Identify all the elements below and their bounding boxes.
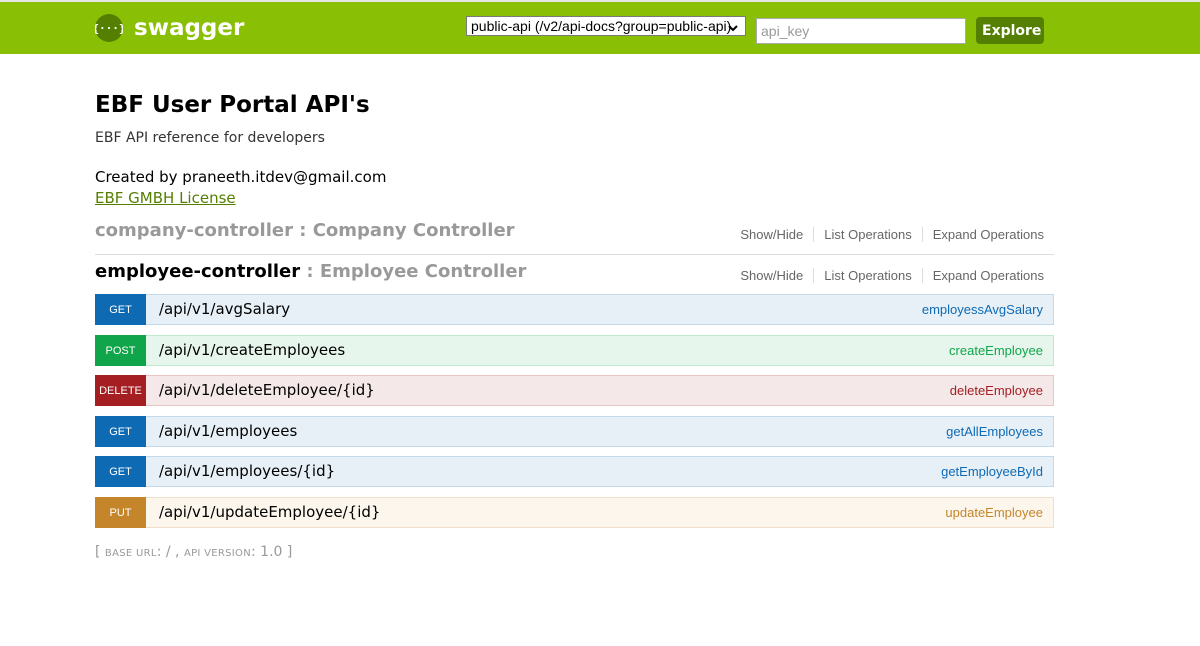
operation-nickname[interactable]: employessAvgSalary: [922, 302, 1043, 317]
operation-nickname[interactable]: updateEmployee: [945, 505, 1043, 520]
operation-path[interactable]: /api/v1/employees: [159, 422, 297, 440]
swagger-logo[interactable]: {···} swagger: [95, 14, 244, 42]
method-badge[interactable]: DELETE: [95, 375, 146, 406]
operation-path[interactable]: /api/v1/updateEmployee/{id}: [159, 503, 380, 521]
logo-text: swagger: [134, 15, 245, 41]
api-spec-select-value: public-api (/v2/api-docs?group=public-ap…: [471, 18, 732, 34]
operation-path[interactable]: /api/v1/employees/{id}: [159, 462, 335, 480]
method-badge[interactable]: POST: [95, 335, 146, 366]
operation-row[interactable]: POST /api/v1/createEmployees createEmplo…: [95, 335, 1054, 366]
api-footer: [ base url: / , api version: 1.0 ]: [95, 544, 292, 560]
svg-text:{···}: {···}: [95, 22, 123, 35]
resource-name: company-controller: [95, 220, 293, 241]
operation-path[interactable]: /api/v1/createEmployees: [159, 341, 345, 359]
created-by: Created by praneeth.itdev@gmail.com: [95, 168, 387, 186]
api-description: EBF API reference for developers: [95, 130, 325, 146]
resource-separator: :: [300, 261, 320, 282]
footer-close-bracket: ]: [286, 544, 293, 560]
resource-description: Employee Controller: [319, 261, 527, 282]
expand-operations-link[interactable]: Expand Operations: [923, 268, 1054, 283]
resource-heading[interactable]: company-controller : Company Controller: [95, 220, 515, 241]
resource-employee-controller: employee-controller : Employee Controlle…: [95, 255, 1054, 295]
operation-row[interactable]: GET /api/v1/avgSalary employessAvgSalary: [95, 294, 1054, 325]
api-version-label: api version: [183, 548, 252, 559]
top-bar: {···} swagger public-api (/v2/api-docs?g…: [0, 0, 1200, 54]
api-key-input[interactable]: [756, 18, 966, 44]
api-spec-select[interactable]: public-api (/v2/api-docs?group=public-ap…: [466, 16, 746, 36]
method-badge[interactable]: GET: [95, 294, 146, 325]
resource-company-controller: company-controller : Company Controller …: [95, 214, 1054, 255]
operation-row[interactable]: GET /api/v1/employees getAllEmployees: [95, 416, 1054, 447]
list-operations-link[interactable]: List Operations: [814, 227, 923, 242]
expand-operations-link[interactable]: Expand Operations: [923, 227, 1054, 242]
swagger-braces-icon: {···}: [95, 14, 123, 42]
resource-heading[interactable]: employee-controller : Employee Controlle…: [95, 261, 526, 282]
operation-path[interactable]: /api/v1/avgSalary: [159, 300, 290, 318]
footer-open-bracket: [: [95, 544, 105, 560]
operation-nickname[interactable]: deleteEmployee: [950, 383, 1043, 398]
method-badge[interactable]: GET: [95, 456, 146, 487]
resource-options: Show/Hide List Operations Expand Operati…: [730, 227, 1054, 242]
base-url-label: base url: [104, 548, 157, 559]
resource-name: employee-controller: [95, 261, 301, 282]
resource-options: Show/Hide List Operations Expand Operati…: [730, 268, 1054, 283]
show-hide-link[interactable]: Show/Hide: [730, 227, 815, 242]
api-version-value: : 1.0: [251, 544, 287, 560]
method-badge[interactable]: GET: [95, 416, 146, 447]
operation-nickname[interactable]: getEmployeeById: [941, 464, 1043, 479]
operation-row[interactable]: GET /api/v1/employees/{id} getEmployeeBy…: [95, 456, 1054, 487]
operation-nickname[interactable]: createEmployee: [949, 343, 1043, 358]
operation-nickname[interactable]: getAllEmployees: [946, 424, 1043, 439]
chevron-down-icon: [727, 20, 739, 38]
resource-separator: :: [292, 220, 313, 241]
operation-path[interactable]: /api/v1/deleteEmployee/{id}: [159, 381, 375, 399]
base-url-value: : / ,: [156, 544, 184, 560]
page-title: EBF User Portal API's: [95, 92, 370, 118]
list-operations-link[interactable]: List Operations: [814, 268, 923, 283]
method-badge[interactable]: PUT: [95, 497, 146, 528]
operation-row[interactable]: PUT /api/v1/updateEmployee/{id} updateEm…: [95, 497, 1054, 528]
show-hide-link[interactable]: Show/Hide: [730, 268, 815, 283]
license-link[interactable]: EBF GMBH License: [95, 189, 236, 207]
operation-row[interactable]: DELETE /api/v1/deleteEmployee/{id} delet…: [95, 375, 1054, 406]
resource-description: Company Controller: [312, 220, 515, 241]
explore-button[interactable]: Explore: [976, 17, 1044, 44]
